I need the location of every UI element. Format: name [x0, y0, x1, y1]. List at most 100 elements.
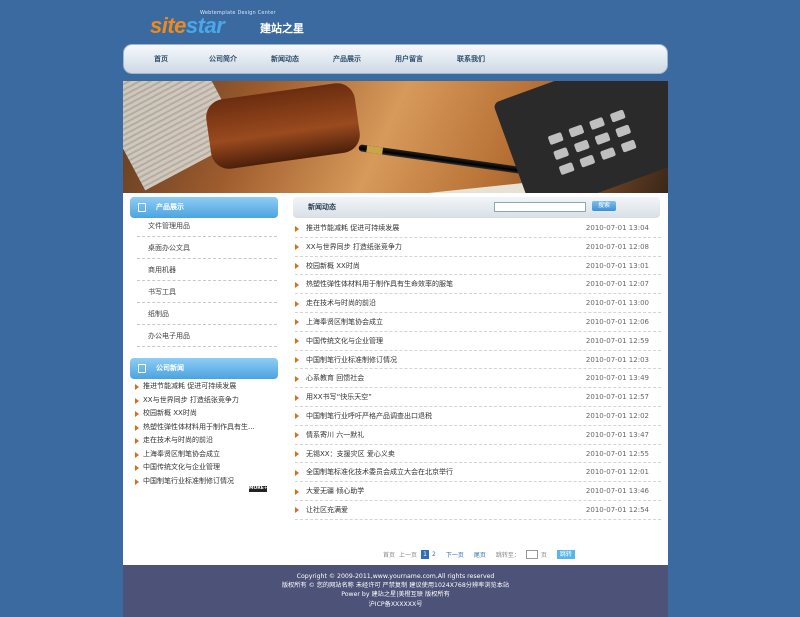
list-item[interactable]: 桌面办公文具	[137, 237, 277, 259]
company-news-title: 公司新闻	[156, 364, 184, 372]
news-section-title: 新闻动态	[308, 203, 336, 211]
news-date: 2010-07-01 13:46	[585, 487, 649, 496]
news-title[interactable]: 中国制笔行业标准制修订情况	[306, 356, 397, 364]
list-item[interactable]: XX与世界同步 打造纸张竞争力	[135, 394, 275, 408]
product-category-list: 文件管理用品 桌面办公文具 商用机器 书写工具 纸制品 办公电子用品	[137, 215, 277, 347]
company-news-list: 推进节能减耗 促进可持续发展 XX与世界同步 打造纸张竞争力 校园新概 XX时尚…	[135, 380, 275, 488]
news-date: 2010-07-01 13:00	[585, 299, 649, 308]
news-title[interactable]: 让社区充满爱	[306, 506, 348, 514]
document-icon	[138, 364, 146, 373]
nav-contact[interactable]: 联系我们	[440, 45, 502, 73]
pagination: 首页 上一页 1 2 下一页 尾页 跳转至： 页 跳转	[383, 549, 579, 559]
news-date: 2010-07-01 12:03	[585, 355, 649, 364]
list-item[interactable]: 校园新概 XX时尚	[135, 407, 275, 421]
news-title[interactable]: XX与世界同步 打造纸张竞争力	[306, 243, 402, 251]
news-title[interactable]: 上海奉贤区制笔协会成立	[306, 318, 383, 326]
news-date: 2010-07-01 12:01	[585, 468, 649, 477]
list-item[interactable]: 中国传统文化与企业管理	[135, 461, 275, 475]
news-date: 2010-07-01 12:59	[585, 336, 649, 345]
list-item[interactable]: 商用机器	[137, 259, 277, 281]
list-item[interactable]: 上海奉贤区制笔协会成立	[135, 448, 275, 462]
jump-label: 跳转至：	[495, 551, 520, 559]
page-jump-input[interactable]	[525, 549, 538, 559]
document-icon	[138, 203, 146, 212]
list-item[interactable]: 书写工具	[137, 281, 277, 303]
news-title[interactable]: 推进节能减耗 促进可持续发展	[306, 224, 399, 232]
nav-news[interactable]: 新闻动态	[254, 45, 316, 73]
list-item[interactable]: 中国制笔行业标准制修订情况 2010-07-01 12:03	[295, 351, 661, 370]
footer: Copyright © 2009-2011,www.yourname.com,A…	[123, 565, 668, 617]
list-item[interactable]: 文件管理用品	[137, 215, 277, 237]
nav-about[interactable]: 公司简介	[192, 45, 254, 73]
news-title[interactable]: 用XX书写“快乐天空”	[306, 393, 372, 401]
logo-tagline: Webtemplate Design Center	[200, 10, 276, 16]
news-title[interactable]: 走在技术与时尚的前沿	[306, 299, 376, 307]
news-date: 2010-07-01 13:49	[585, 374, 649, 383]
news-title[interactable]: 情系寄川 六一默礼	[306, 431, 364, 439]
list-item[interactable]: 中国传统文化与企业管理 2010-07-01 12:59	[295, 332, 661, 351]
list-item[interactable]: 走在技术与时尚的前沿	[135, 434, 275, 448]
footer-power: Power by 建站之星|美橙互联 版权所有	[341, 591, 450, 599]
news-title[interactable]: 热塑性弹性体材料用于制作具有生命效率的服笔	[306, 280, 453, 288]
nav-guestbook[interactable]: 用户留言	[378, 45, 440, 73]
list-item[interactable]: XX与世界同步 打造纸张竞争力 2010-07-01 12:08	[295, 238, 661, 257]
news-title[interactable]: 中国传统文化与企业管理	[306, 337, 383, 345]
news-title[interactable]: 无锡XX：支援灾区 爱心义卖	[306, 450, 395, 458]
list-item[interactable]: 中国制笔行业呼吁严格产品调查出口退税 2010-07-01 12:02	[295, 407, 661, 426]
news-date: 2010-07-01 13:47	[585, 430, 649, 439]
news-date: 2010-07-01 13:04	[585, 224, 649, 232]
list-item[interactable]: 大爱无疆 倾心助学 2010-07-01 13:46	[295, 482, 661, 501]
list-item[interactable]: 上海奉贤区制笔协会成立 2010-07-01 12:06	[295, 313, 661, 332]
pen-graphic	[358, 144, 528, 175]
search-button[interactable]: 搜索	[592, 201, 616, 211]
list-item[interactable]: 推进节能减耗 促进可持续发展	[135, 380, 275, 394]
list-item[interactable]: 纸制品	[137, 303, 277, 325]
footer-notice: 版权所有 © 您的网站名称 未经许可 严禁复制 建议使用1024X768分辨率浏…	[281, 582, 510, 590]
news-date: 2010-07-01 12:55	[585, 449, 649, 458]
list-item[interactable]: 无锡XX：支援灾区 爱心义卖 2010-07-01 12:55	[295, 445, 661, 464]
products-title: 产品展示	[156, 203, 184, 211]
calculator-graphic	[492, 81, 668, 193]
first-page-link[interactable]: 首页	[383, 550, 395, 559]
list-item[interactable]: 热塑性弹性体材料用于制作具有生...	[135, 421, 275, 435]
page-2-link[interactable]: 2	[432, 551, 436, 558]
current-page: 1	[421, 549, 430, 559]
news-date: 2010-07-01 12:02	[585, 411, 649, 420]
news-list: 推进节能减耗 促进可持续发展 2010-07-01 13:04 XX与世界同步 打…	[295, 219, 661, 520]
footer-icp: 沪ICP备XXXXXX号	[368, 600, 423, 608]
list-item[interactable]: 心系教育 回馈社会 2010-07-01 13:49	[295, 369, 661, 389]
list-item[interactable]: 热塑性弹性体材料用于制作具有生命效率的服笔 2010-07-01 12:07	[295, 275, 661, 295]
news-title[interactable]: 中国制笔行业呼吁严格产品调查出口退税	[306, 412, 432, 420]
last-page-link[interactable]: 尾页	[474, 550, 486, 559]
nav-home[interactable]: 首页	[130, 45, 192, 73]
prev-page-link[interactable]: 上一页	[399, 550, 417, 559]
list-item[interactable]: 全国制笔标准化技术委员会成立大会在北京举行 2010-07-01 12:01	[295, 463, 661, 483]
list-item[interactable]: 情系寄川 六一默礼 2010-07-01 13:47	[295, 426, 661, 445]
wallet-graphic	[203, 81, 363, 172]
site-logo[interactable]: sitestar Webtemplate Design Center 建站之星	[150, 10, 320, 38]
list-item[interactable]: 校园新概 XX时尚 2010-07-01 13:01	[295, 257, 661, 276]
news-date: 2010-07-01 12:57	[585, 393, 649, 402]
list-item[interactable]: 办公电子用品	[137, 325, 277, 347]
news-title[interactable]: 全国制笔标准化技术委员会成立大会在北京举行	[306, 468, 453, 476]
page-unit-label: 页	[540, 551, 547, 559]
nav-products[interactable]: 产品展示	[316, 45, 378, 73]
list-item[interactable]: 推进节能减耗 促进可持续发展 2010-07-01 13:04	[295, 219, 661, 238]
news-title[interactable]: 心系教育 回馈社会	[306, 374, 364, 382]
jump-button[interactable]: 跳转	[556, 549, 575, 559]
more-button[interactable]: MORE+	[249, 486, 268, 492]
list-item[interactable]: 用XX书写“快乐天空” 2010-07-01 12:57	[295, 388, 661, 407]
hero-banner	[123, 81, 668, 193]
news-date: 2010-07-01 12:54	[585, 505, 649, 514]
news-title[interactable]: 大爱无疆 倾心助学	[306, 487, 364, 495]
main-nav: 首页 公司简介 新闻动态 产品展示 用户留言 联系我们	[123, 44, 668, 74]
list-item[interactable]: 走在技术与时尚的前沿 2010-07-01 13:00	[295, 294, 661, 313]
search-input[interactable]	[494, 202, 586, 212]
content-area: 产品展示 文件管理用品 桌面办公文具 商用机器 书写工具 纸制品 办公电子用品 …	[123, 193, 668, 565]
footer-copyright: Copyright © 2009-2011,www.yourname.com,A…	[296, 573, 495, 580]
list-item[interactable]: 让社区充满爱 2010-07-01 12:54	[295, 501, 661, 520]
document-graphic	[361, 182, 535, 193]
news-title[interactable]: 校园新概 XX时尚	[306, 262, 360, 270]
company-news-header: 公司新闻	[130, 358, 278, 379]
next-page-link[interactable]: 下一页	[446, 550, 464, 559]
